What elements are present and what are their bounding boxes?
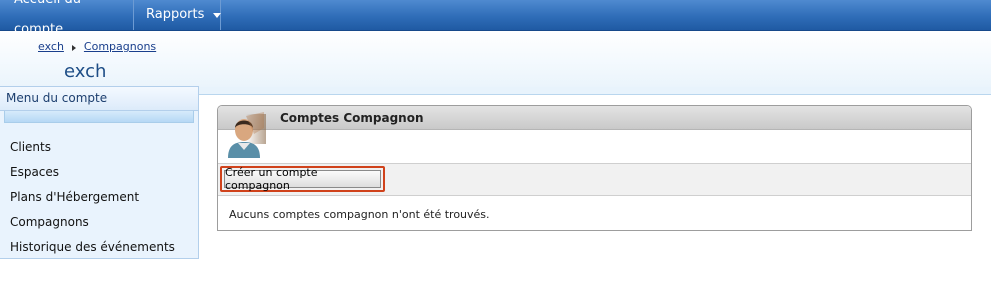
sidebar-title: Menu du compte bbox=[0, 87, 198, 111]
breadcrumb-link-exch[interactable]: exch bbox=[38, 40, 64, 53]
create-button-highlight: Créer un compte compagnon bbox=[220, 166, 385, 192]
companion-accounts-panel: Comptes Compagnon Créer un compte compag… bbox=[217, 105, 972, 231]
breadcrumb-link-companions[interactable]: Compagnons bbox=[84, 40, 156, 53]
sidebar-item-spaces[interactable]: Espaces bbox=[0, 160, 198, 185]
nav-reports-menu[interactable]: Rapports bbox=[134, 0, 222, 30]
top-navigation-bar: Accueil du compte Rapports bbox=[0, 0, 991, 37]
create-companion-account-button[interactable]: Créer un compte compagnon bbox=[224, 166, 381, 192]
account-menu-sidebar: Menu du compte Clients Espaces Plans d'H… bbox=[0, 86, 199, 259]
breadcrumb-arrow-icon bbox=[71, 44, 76, 51]
nav-account-home[interactable]: Accueil du compte bbox=[0, 0, 134, 37]
sidebar-menu-list: Clients Espaces Plans d'Hébergement Comp… bbox=[0, 135, 198, 260]
nav-reports-label: Rapports bbox=[146, 7, 205, 22]
panel-toolbar: Créer un compte compagnon bbox=[218, 164, 971, 196]
panel-icon-row bbox=[218, 130, 971, 164]
sidebar-item-clients[interactable]: Clients bbox=[0, 135, 198, 160]
empty-state-message: Aucuns comptes compagnon n'ont été trouv… bbox=[229, 208, 490, 221]
user-avatar-icon bbox=[228, 112, 266, 158]
sidebar-item-event-history[interactable]: Historique des événements bbox=[0, 235, 198, 260]
panel-title: Comptes Compagnon bbox=[280, 111, 424, 125]
chevron-down-icon bbox=[213, 13, 222, 18]
sidebar-divider bbox=[4, 111, 194, 123]
sidebar-item-companions[interactable]: Compagnons bbox=[0, 210, 198, 235]
page-title: exch bbox=[64, 61, 107, 82]
sidebar-item-hosting-plans[interactable]: Plans d'Hébergement bbox=[0, 185, 198, 210]
header-bottom-band bbox=[199, 87, 991, 95]
breadcrumb: exch Compagnons bbox=[38, 40, 156, 53]
page-header: exch Compagnons exch bbox=[0, 31, 991, 93]
